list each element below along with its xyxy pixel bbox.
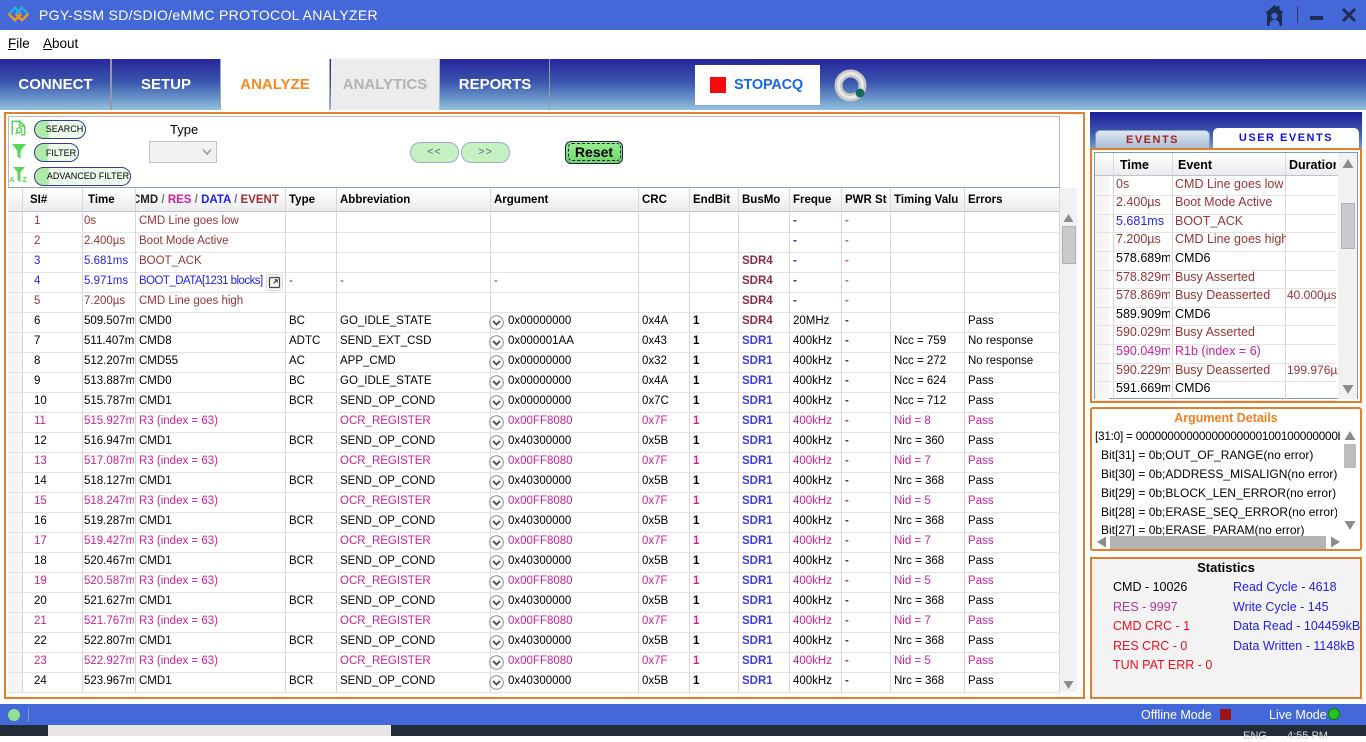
svg-text:A: A: [9, 175, 15, 184]
svg-text:Z: Z: [23, 177, 28, 184]
